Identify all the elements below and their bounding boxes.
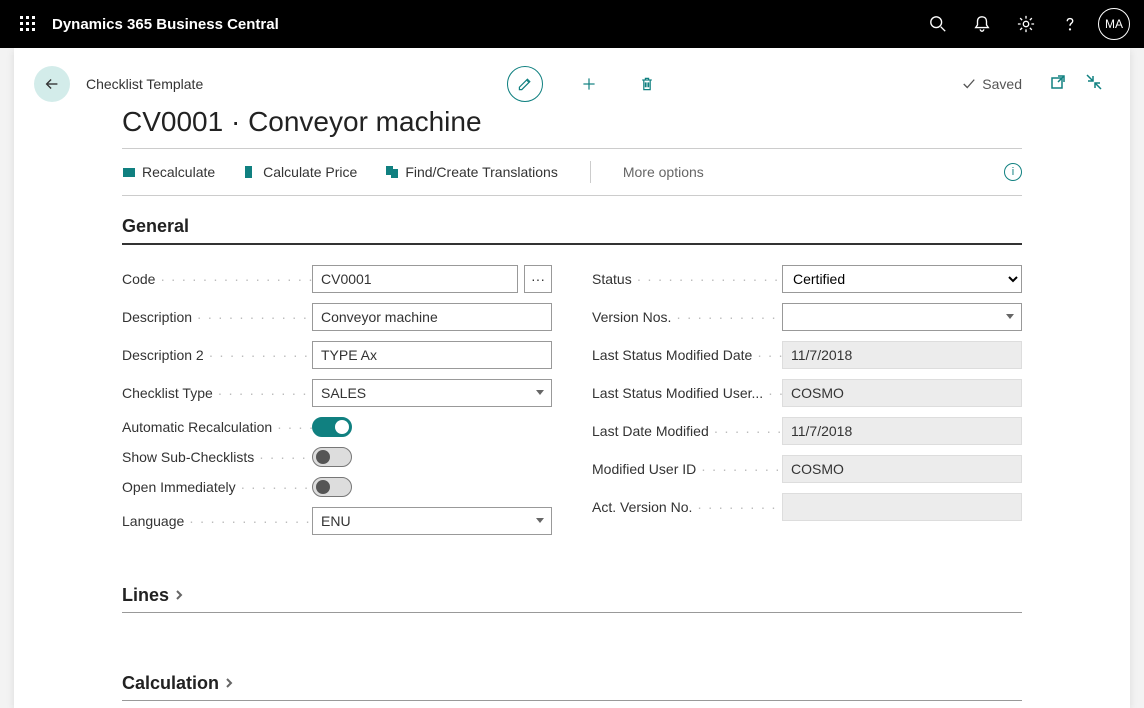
label-last-status-modified-user: Last Status Modified User... [592, 385, 782, 401]
calculate-price-icon [243, 165, 257, 179]
input-code[interactable] [312, 265, 518, 293]
saved-label: Saved [982, 76, 1022, 92]
input-description[interactable] [312, 303, 552, 331]
pop-out-button[interactable] [1050, 74, 1066, 95]
info-button[interactable]: i [1004, 163, 1022, 181]
collapse-button[interactable] [1086, 74, 1102, 95]
toggle-show-sub-checklists[interactable] [312, 447, 352, 467]
pencil-icon [517, 76, 533, 92]
translations-icon [385, 165, 399, 179]
toggle-open-immediately[interactable] [312, 477, 352, 497]
back-button[interactable] [34, 66, 70, 102]
search-button[interactable] [916, 0, 960, 48]
section-calculation-header[interactable]: Calculation [122, 653, 1022, 701]
label-auto-recalc: Automatic Recalculation [122, 419, 312, 435]
page-card: Checklist Template Saved CV0001 [14, 48, 1130, 708]
app-launcher-button[interactable] [8, 16, 48, 32]
input-version-nos[interactable] [782, 303, 1022, 331]
value-act-version-no [782, 493, 1022, 521]
code-lookup-button[interactable]: ··· [524, 265, 552, 293]
question-icon [1061, 15, 1079, 33]
gear-icon [1017, 15, 1035, 33]
chevron-right-icon [173, 585, 185, 606]
section-general-header[interactable]: General [122, 196, 1022, 245]
arrow-left-icon [43, 75, 61, 93]
select-checklist-type[interactable] [312, 379, 552, 407]
value-last-date-modified: 11/7/2018 [782, 417, 1022, 445]
action-recalculate[interactable]: Recalculate [122, 164, 215, 180]
user-avatar[interactable]: MA [1098, 8, 1130, 40]
help-button[interactable] [1048, 0, 1092, 48]
page-header: Checklist Template Saved [14, 48, 1130, 102]
bell-icon [973, 15, 991, 33]
global-topbar: Dynamics 365 Business Central MA [0, 0, 1144, 48]
label-last-status-modified-date: Last Status Modified Date [592, 347, 782, 363]
action-find-create-translations[interactable]: Find/Create Translations [385, 164, 558, 180]
waffle-icon [20, 16, 36, 32]
section-lines-header[interactable]: Lines [122, 565, 1022, 613]
label-description2: Description 2 [122, 347, 312, 363]
user-initials: MA [1105, 17, 1123, 31]
app-title: Dynamics 365 Business Central [52, 16, 279, 33]
label-status: Status [592, 271, 782, 287]
toggle-automatic-recalculation[interactable] [312, 417, 352, 437]
collapse-icon [1086, 74, 1102, 90]
delete-button[interactable] [635, 72, 659, 96]
separator [590, 161, 591, 183]
action-bar: Recalculate Calculate Price Find/Create … [122, 149, 1022, 195]
label-open-immediately: Open Immediately [122, 479, 312, 495]
label-modified-user-id: Modified User ID [592, 461, 782, 477]
record-title: CV0001 · Conveyor machine [14, 102, 1130, 148]
value-modified-user-id: COSMO [782, 455, 1022, 483]
new-button[interactable] [577, 72, 601, 96]
input-description2[interactable] [312, 341, 552, 369]
plus-icon [581, 76, 597, 92]
value-last-status-modified-date: 11/7/2018 [782, 341, 1022, 369]
label-language: Language [122, 513, 312, 529]
label-description: Description [122, 309, 312, 325]
notifications-button[interactable] [960, 0, 1004, 48]
page-context-label: Checklist Template [86, 76, 203, 92]
action-calculate-price[interactable]: Calculate Price [243, 164, 357, 180]
label-act-version-no: Act. Version No. [592, 499, 782, 515]
label-show-sub-checklists: Show Sub-Checklists [122, 449, 312, 465]
chevron-right-icon [223, 673, 235, 694]
edit-button[interactable] [507, 66, 543, 102]
label-last-date-modified: Last Date Modified [592, 423, 782, 439]
label-code: Code [122, 271, 312, 287]
value-last-status-modified-user: COSMO [782, 379, 1022, 407]
label-checklist-type: Checklist Type [122, 385, 312, 401]
select-status[interactable]: Certified [782, 265, 1022, 293]
trash-icon [639, 76, 655, 92]
settings-button[interactable] [1004, 0, 1048, 48]
pop-out-icon [1050, 74, 1066, 90]
search-icon [929, 15, 947, 33]
saved-indicator: Saved [962, 76, 1022, 92]
general-form: Code ··· Description Description 2 Check… [122, 245, 1022, 535]
recalculate-icon [122, 165, 136, 179]
more-options-button[interactable]: More options [623, 164, 704, 180]
check-icon [962, 77, 976, 91]
label-version-nos: Version Nos. [592, 309, 782, 325]
select-language[interactable] [312, 507, 552, 535]
